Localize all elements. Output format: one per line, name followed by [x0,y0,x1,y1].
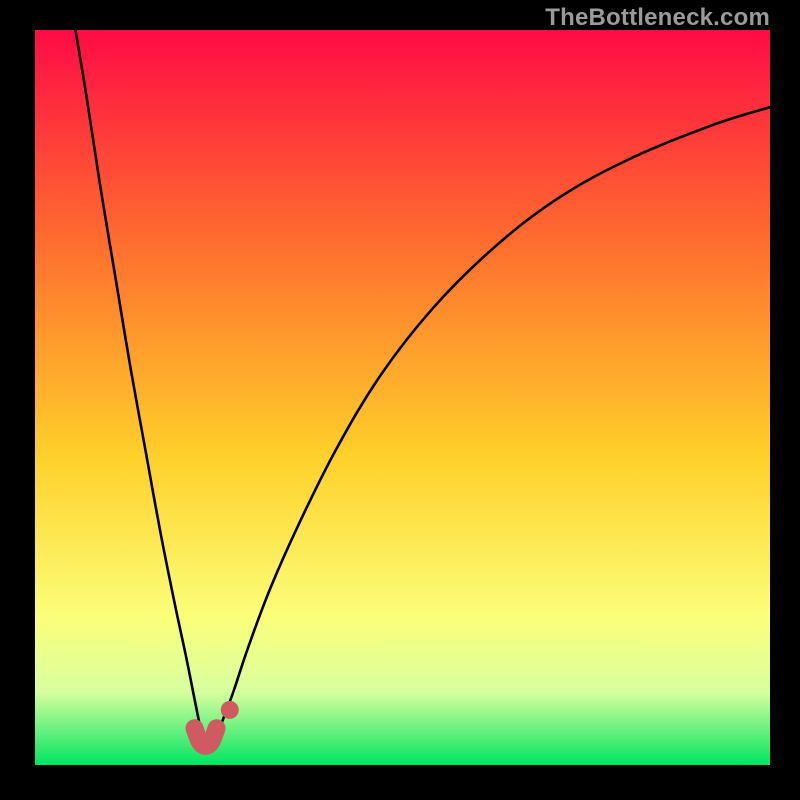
chart-svg [35,30,770,765]
gradient-background [35,30,770,765]
attribution-label: TheBottleneck.com [545,4,770,32]
plot-area [35,30,770,765]
chart-frame: TheBottleneck.com [0,0,800,800]
dot-marker [221,701,239,719]
